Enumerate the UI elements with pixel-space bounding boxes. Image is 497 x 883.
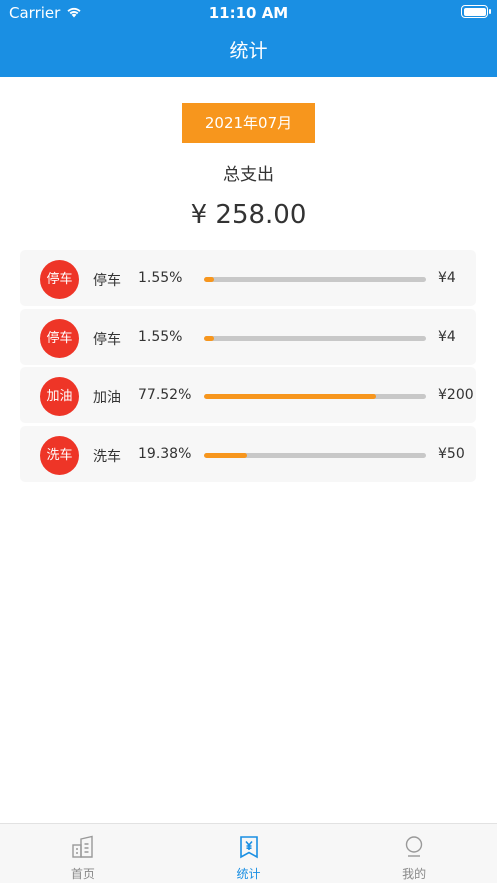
progress-bar [204, 452, 426, 458]
navigation-bar: Carrier 11:10 AM 统计 [0, 0, 497, 77]
page-title: 统计 [229, 40, 268, 62]
category-percent: 19.38% [138, 445, 192, 462]
category-amount: ¥50 [438, 445, 465, 462]
progress-bar [204, 335, 426, 341]
expense-category-list: 停车 停车 1.55% ¥4 停车 停车 1.55% ¥4 加油 加油 77.5… [20, 250, 476, 484]
tab-profile-label: 我的 [402, 867, 427, 881]
progress-fill [204, 335, 214, 341]
category-badge: 洗车 [40, 435, 79, 475]
month-picker-button[interactable]: 2021年07月 [182, 103, 315, 143]
expense-row[interactable]: 停车 停车 1.55% ¥4 [20, 308, 476, 365]
category-badge: 加油 [40, 377, 79, 416]
status-bar: Carrier 11:10 AM [0, 0, 497, 26]
progress-fill [204, 277, 214, 282]
bill-icon [239, 836, 258, 859]
tab-bar: 首页 统计 我的 [0, 823, 497, 883]
total-expense-amount: ¥ 258.00 [190, 200, 307, 230]
tab-profile[interactable]: 我的 [331, 824, 497, 883]
category-name: 洗车 [93, 448, 121, 465]
category-percent: 1.55% [138, 328, 183, 345]
tab-statistics-label: 统计 [236, 867, 261, 881]
home-icon [72, 835, 93, 858]
progress-fill [204, 394, 377, 399]
total-expense-label: 总支出 [223, 165, 274, 185]
category-badge: 停车 [40, 260, 79, 299]
battery-icon [461, 5, 491, 18]
category-amount: ¥200 [438, 387, 474, 403]
tab-home[interactable]: 首页 [0, 824, 166, 883]
progress-bar [204, 394, 426, 399]
progress-bar [204, 277, 426, 282]
expense-row[interactable]: 停车 停车 1.55% ¥4 [20, 250, 476, 306]
expense-row[interactable]: 洗车 洗车 19.38% ¥50 [20, 425, 476, 482]
clock: 11:10 AM [208, 4, 289, 22]
category-amount: ¥4 [438, 270, 456, 286]
expense-row[interactable]: 加油 加油 77.52% ¥200 [20, 367, 476, 423]
tab-statistics[interactable]: 统计 [166, 824, 332, 883]
tab-home-label: 首页 [70, 867, 95, 881]
category-amount: ¥4 [438, 328, 456, 345]
category-percent: 77.52% [138, 387, 192, 403]
profile-icon [405, 836, 423, 857]
category-name: 停车 [93, 331, 121, 348]
category-name: 停车 [93, 273, 121, 289]
progress-fill [204, 452, 248, 458]
category-percent: 1.55% [138, 270, 183, 286]
category-badge: 停车 [40, 318, 79, 358]
category-name: 加油 [93, 390, 121, 406]
